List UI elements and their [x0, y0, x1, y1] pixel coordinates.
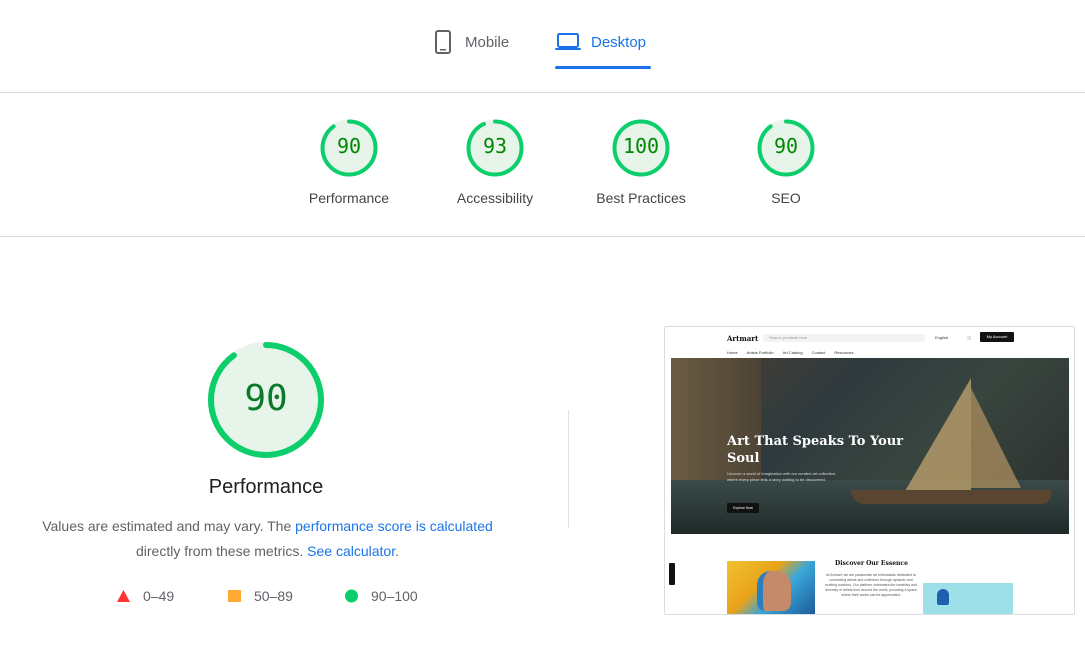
preview-account-button: My Account — [980, 332, 1014, 342]
gauge-score: 93 — [482, 134, 508, 158]
preview-menu: Home Artists Portfolio Art Catalog Conta… — [727, 350, 854, 355]
category-gauges: 90 Performance 93 Accessibility 100 Best… — [0, 93, 1085, 236]
gauge-seo[interactable]: 90 SEO — [726, 118, 846, 206]
preview-section-text: At Artmart, we are passionate art enthus… — [825, 573, 917, 597]
legend-range: 0–49 — [143, 588, 175, 604]
gauge-score: 90 — [773, 134, 799, 158]
legend-range: 50–89 — [254, 588, 293, 604]
gauge-performance[interactable]: 90 Performance — [289, 118, 409, 206]
preview-cart-icon: 🛒 — [967, 335, 972, 340]
green-circle-icon — [345, 589, 358, 603]
preview-navbar: Artmart Search products here English 🛒 M… — [665, 327, 1074, 349]
preview-logo: Artmart — [727, 334, 759, 343]
legend-fail: 0–49 — [116, 586, 174, 606]
tab-mobile[interactable]: Mobile — [433, 30, 509, 54]
tab-desktop-label: Desktop — [591, 33, 647, 51]
gauges-divider — [0, 236, 1085, 237]
gauge-best-practices[interactable]: 100 Best Practices — [581, 118, 701, 206]
preview-artwork-image — [923, 583, 1013, 614]
performance-score: 90 — [244, 378, 288, 419]
preview-hero-button: Explore Now — [727, 503, 759, 513]
artwork-bird-shape — [937, 589, 949, 605]
preview-side-tab — [669, 563, 675, 585]
hero-sail-shape — [901, 378, 971, 498]
preview-search: Search products here — [763, 334, 925, 342]
preview-menu-item: Contact — [811, 350, 826, 355]
preview-menu-item: Resources — [834, 350, 854, 355]
gauge-label: SEO — [771, 190, 801, 206]
desc-text: directly from these metrics. — [136, 543, 304, 559]
legend-range: 90–100 — [371, 588, 418, 604]
performance-score-link[interactable]: performance score is calculated — [295, 518, 493, 534]
device-tabs: Mobile Desktop — [0, 0, 1085, 92]
preview-hero-text: Uncover a world of imagination with our … — [727, 471, 837, 482]
red-triangle-icon — [117, 590, 130, 602]
artwork-face-shape — [757, 571, 791, 611]
preview-menu-item: Art Catalog — [782, 350, 803, 355]
tab-mobile-label: Mobile — [465, 33, 510, 51]
legend-average: 50–89 — [227, 586, 293, 606]
preview-artwork-image — [727, 561, 815, 614]
preview-hero-image: Art That Speaks To Your Soul Uncover a w… — [671, 358, 1069, 534]
gauge-label: Accessibility — [456, 190, 534, 206]
desc-text: Values are estimated and may vary. The — [42, 518, 292, 534]
preview-section-title: Discover Our Essence — [835, 560, 908, 567]
performance-description: Values are estimated and may vary. The p… — [20, 514, 515, 564]
page-screenshot-preview[interactable]: Artmart Search products here English 🛒 M… — [664, 326, 1075, 615]
see-calculator-link[interactable]: See calculator — [307, 543, 395, 559]
gauge-label: Best Practices — [596, 190, 686, 206]
active-tab-indicator — [555, 66, 651, 69]
desc-period: . — [395, 543, 399, 559]
gauge-score: 100 — [622, 134, 660, 158]
performance-title: Performance — [208, 476, 324, 498]
gauge-label: Performance — [308, 190, 390, 206]
hero-boat-shape — [851, 490, 1051, 504]
gauge-accessibility[interactable]: 93 Accessibility — [435, 118, 555, 206]
preview-language: English — [935, 335, 949, 340]
laptop-icon — [555, 33, 581, 50]
preview-menu-item: Artists Portfolio — [746, 350, 774, 355]
gauge-score: 90 — [336, 134, 362, 158]
vertical-divider — [568, 410, 569, 528]
preview-hero-title: Art That Speaks To Your Soul — [727, 434, 904, 466]
preview-menu-item: Home — [727, 350, 738, 355]
hero-sail-shape — [971, 388, 1021, 488]
orange-square-icon — [228, 590, 241, 602]
tab-desktop[interactable]: Desktop — [555, 30, 646, 54]
mobile-phone-icon — [435, 30, 451, 54]
legend-pass: 90–100 — [344, 586, 418, 606]
